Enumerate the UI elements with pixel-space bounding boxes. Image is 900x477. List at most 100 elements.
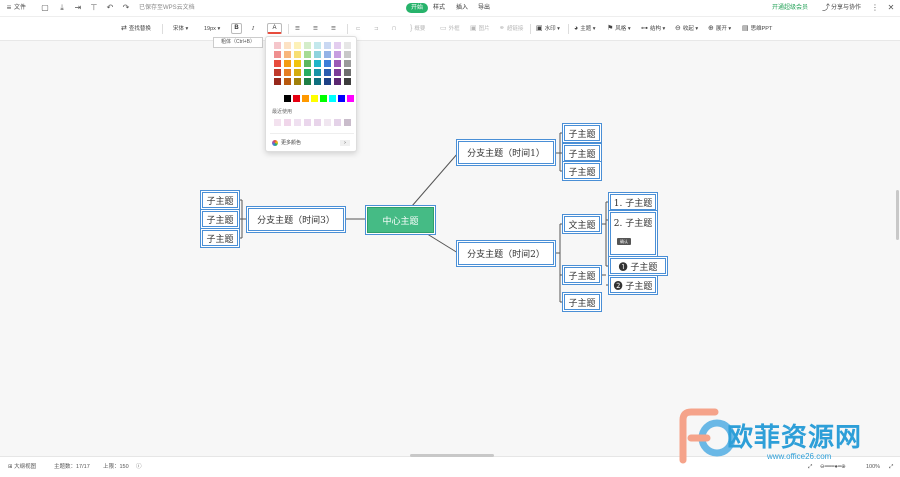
more-colors-button[interactable]: 更多颜色 › [272, 138, 352, 148]
sub-topic[interactable]: 子主题 [564, 163, 600, 179]
color-swatch[interactable] [304, 42, 311, 49]
frame-button[interactable]: ▭ 外框 [440, 24, 460, 34]
theme-button[interactable]: ◕ 主题 ▾ [574, 24, 596, 34]
menu-icon[interactable]: ≡ [4, 3, 14, 13]
color-swatch[interactable] [324, 60, 331, 67]
branch-topic-3[interactable]: 分支主题（时间3） [248, 208, 344, 231]
branch-topic-2[interactable]: 分支主题（时间2） [458, 242, 554, 265]
sub-topic[interactable]: 子主题 [564, 294, 600, 310]
align-left-icon[interactable]: ☰ [295, 24, 300, 34]
font-size-select[interactable]: 19px ▾ [204, 24, 220, 34]
color-swatch[interactable] [304, 60, 311, 67]
more-icon[interactable]: ⋮ [870, 3, 880, 13]
font-select[interactable]: 宋体 ▾ [173, 24, 188, 34]
insert-sibling-icon[interactable]: ⊏ [356, 24, 361, 34]
color-swatch[interactable] [274, 69, 281, 76]
file-menu[interactable]: 文件 [14, 4, 26, 13]
bold-button[interactable]: B [231, 23, 242, 34]
color-swatch[interactable] [334, 60, 341, 67]
recent-color-swatch[interactable] [344, 119, 351, 126]
align-right-icon[interactable]: ☰ [331, 24, 336, 34]
export-icon[interactable]: ⇥ [73, 3, 83, 13]
insert-parent-icon[interactable]: ⊓ [392, 24, 396, 34]
format-painter-icon[interactable]: ⊤ [89, 3, 99, 13]
share-icon[interactable]: ⤴ [821, 3, 831, 13]
tab-export[interactable]: 导出 [473, 3, 495, 13]
color-swatch[interactable] [293, 95, 300, 102]
collapse-button[interactable]: ⊖ 收起 ▾ [675, 24, 698, 34]
color-swatch[interactable] [304, 78, 311, 85]
mind-ppt-button[interactable]: ▤ 思维PPT [742, 24, 772, 34]
color-swatch[interactable] [344, 60, 351, 67]
sub-topic[interactable]: 子主题 [564, 145, 600, 161]
recent-color-swatch[interactable] [274, 119, 281, 126]
color-swatch[interactable] [274, 60, 281, 67]
color-swatch[interactable] [294, 69, 301, 76]
color-swatch[interactable] [334, 78, 341, 85]
color-swatch[interactable] [274, 42, 281, 49]
summary-button[interactable]: } 概要 [410, 24, 425, 34]
image-button[interactable]: ▣ 图片 [470, 24, 490, 34]
color-swatch[interactable] [324, 51, 331, 58]
expand-button[interactable]: ⊕ 展开 ▾ [708, 24, 731, 34]
tab-insert[interactable]: 插入 [451, 3, 473, 13]
sub-topic[interactable]: 子主题 [202, 211, 238, 227]
color-swatch[interactable] [334, 42, 341, 49]
share-button[interactable]: 分享与协作 [831, 4, 861, 13]
color-swatch[interactable] [284, 69, 291, 76]
center-topic[interactable]: 中心主题 [367, 207, 434, 233]
color-swatch[interactable] [314, 69, 321, 76]
color-swatch[interactable] [284, 78, 291, 85]
color-swatch[interactable] [304, 69, 311, 76]
align-center-icon[interactable]: ☰ [313, 24, 318, 34]
sub-topic[interactable]: 子主题 [202, 230, 238, 246]
sub-topic[interactable]: 子主题 [564, 125, 600, 141]
color-swatch[interactable] [284, 60, 291, 67]
badge-topic-1[interactable]: ❶ 子主题 [610, 258, 666, 274]
watermark-button[interactable]: ▣ 水印 ▾ [536, 24, 560, 34]
color-swatch[interactable] [304, 51, 311, 58]
sub-topic[interactable]: 子主题 [564, 267, 600, 283]
recent-color-swatch[interactable] [314, 119, 321, 126]
color-swatch[interactable] [294, 51, 301, 58]
color-swatch[interactable] [344, 51, 351, 58]
insert-child-icon[interactable]: ⊐ [374, 24, 379, 34]
new-file-icon[interactable]: ▢ [40, 3, 50, 13]
recent-color-swatch[interactable] [334, 119, 341, 126]
color-swatch[interactable] [284, 42, 291, 49]
undo-icon[interactable]: ↶ [105, 3, 115, 13]
color-swatch[interactable] [314, 51, 321, 58]
color-swatch[interactable] [344, 42, 351, 49]
member-link[interactable]: 开通超级会员 [772, 4, 808, 13]
color-swatch[interactable] [294, 42, 301, 49]
sub-topic[interactable]: 子主题 [202, 192, 238, 208]
color-swatch[interactable] [302, 95, 309, 102]
color-swatch[interactable] [274, 51, 281, 58]
color-swatch[interactable] [314, 78, 321, 85]
numbered-topic-2[interactable]: 2. 子主题 [610, 212, 656, 255]
badge-topic-2[interactable]: ❷ 子主题 [610, 277, 656, 293]
redo-icon[interactable]: ↷ [121, 3, 131, 13]
recent-color-swatch[interactable] [294, 119, 301, 126]
color-swatch[interactable] [329, 95, 336, 102]
structure-button[interactable]: ⊶ 结构 ▾ [641, 24, 665, 34]
color-swatch[interactable] [314, 60, 321, 67]
horizontal-scrollbar[interactable] [410, 454, 494, 457]
italic-button[interactable]: I [252, 24, 254, 34]
color-swatch[interactable] [274, 78, 281, 85]
color-swatch[interactable] [284, 51, 291, 58]
tab-style[interactable]: 样式 [428, 3, 450, 13]
recent-color-swatch[interactable] [284, 119, 291, 126]
color-swatch[interactable] [324, 42, 331, 49]
color-swatch[interactable] [284, 95, 291, 102]
style-button[interactable]: ⚑ 风格 ▾ [607, 24, 631, 34]
vertical-scrollbar[interactable] [896, 190, 899, 240]
close-icon[interactable]: ✕ [886, 3, 896, 13]
numbered-topic-1[interactable]: 1. 子主题 [610, 194, 656, 210]
color-swatch[interactable] [311, 95, 318, 102]
color-swatch[interactable] [294, 78, 301, 85]
branch-topic-1[interactable]: 分支主题（时间1） [458, 141, 554, 164]
color-swatch[interactable] [324, 78, 331, 85]
outline-view-button[interactable]: ⊞ 大纲视图 [8, 463, 36, 472]
color-swatch[interactable] [334, 51, 341, 58]
